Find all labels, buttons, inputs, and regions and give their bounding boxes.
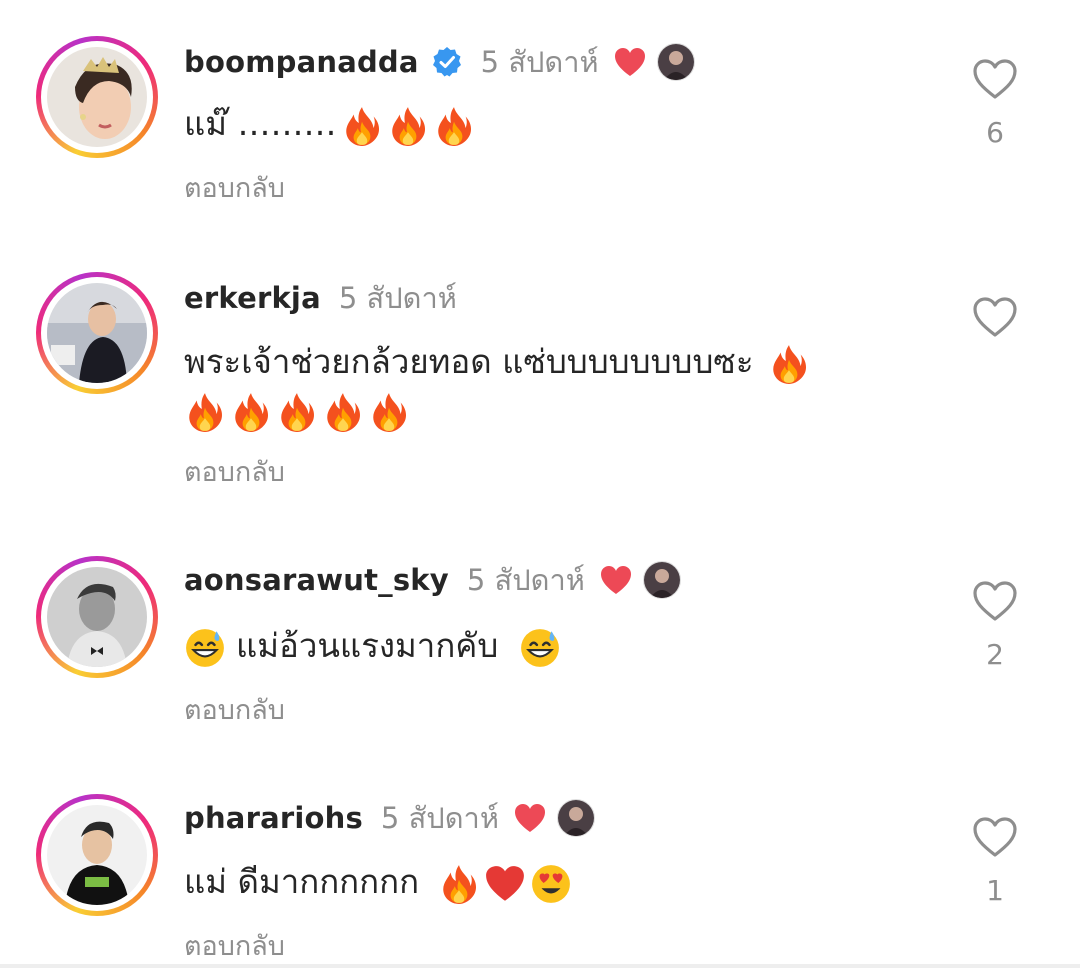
liked-by-author-heart-icon bbox=[513, 802, 547, 834]
fire-emoji-icon bbox=[438, 863, 480, 905]
avatar-story-ring[interactable] bbox=[36, 794, 158, 916]
username[interactable]: pharariohs bbox=[184, 801, 363, 835]
divider bbox=[0, 964, 1080, 968]
avatar bbox=[47, 805, 147, 905]
like-heart-icon[interactable] bbox=[972, 816, 1018, 858]
comment-text-row: แม่ ดีมากกกกกก bbox=[184, 858, 572, 906]
heart-eyes-emoji-icon bbox=[530, 863, 572, 905]
author-mini-avatar bbox=[556, 799, 595, 837]
red-heart-emoji-icon bbox=[484, 863, 526, 905]
timestamp: 5 สัปดาห์ bbox=[380, 801, 499, 835]
like-count: 1 bbox=[986, 874, 1004, 907]
reply-button[interactable]: ตอบกลับ bbox=[184, 924, 285, 967]
comment-item: pharariohs 5 สัปดาห์ แม่ ดีมากกกกกก ตอบก… bbox=[0, 0, 1080, 968]
comment-text: แม่ ดีมากกกกกก bbox=[184, 862, 420, 901]
